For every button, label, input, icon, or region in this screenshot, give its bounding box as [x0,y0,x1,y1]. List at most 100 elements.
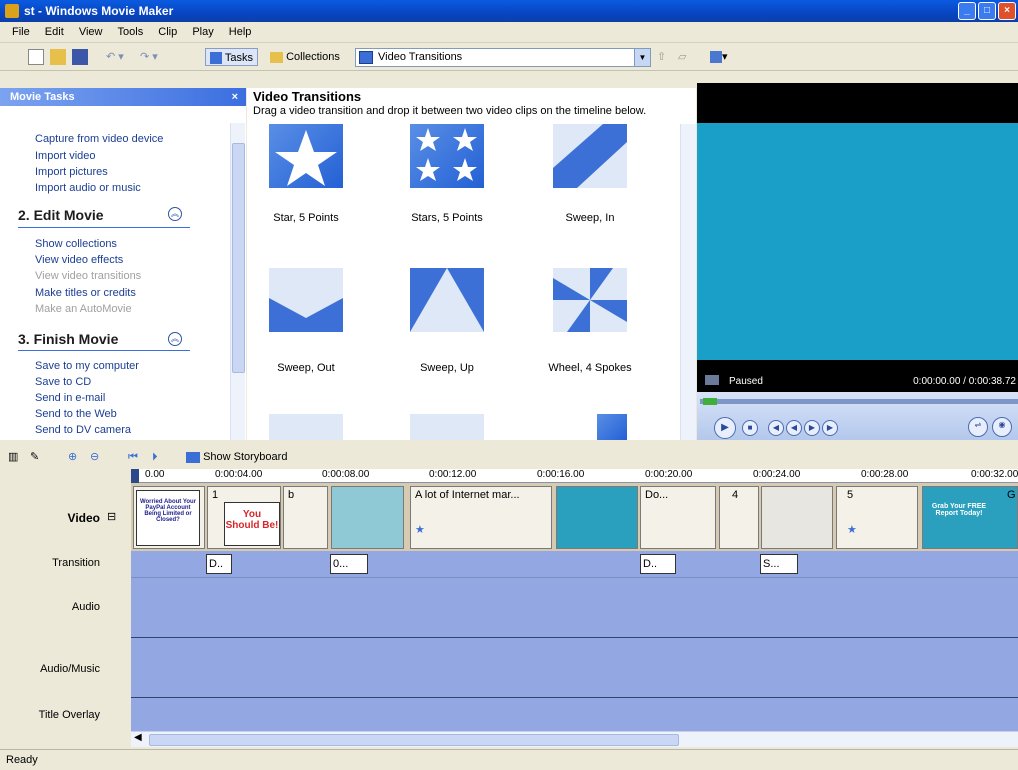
transition-marker[interactable]: D.. [640,554,676,574]
transitions-instructions: Drag a video transition and drop it betw… [253,105,647,117]
scroll-left-icon[interactable]: ◀ [134,732,142,743]
menu-view[interactable]: View [73,22,109,42]
menu-help[interactable]: Help [223,22,258,42]
transition-thumb-partial[interactable] [597,414,627,440]
play-timeline-icon[interactable]: ⏵ [152,449,158,465]
stop-icon[interactable]: ■ [742,420,758,436]
seek-thumb[interactable] [703,398,717,405]
close-button[interactable]: × [998,2,1016,20]
video-clip[interactable]: G Grab Your FREE Report Today! [922,486,1018,549]
menu-file[interactable]: File [6,22,36,42]
transition-track[interactable] [131,551,1018,578]
seek-bar[interactable] [700,399,1018,404]
menu-play[interactable]: Play [186,22,219,42]
video-clip[interactable]: A lot of Internet mar... ★ [410,486,552,549]
clip-thumbnail: You Should Be! [224,502,280,546]
transition-marker[interactable]: S... [760,554,798,574]
collapse-edit-icon[interactable]: ︽ [168,207,182,221]
open-project-icon[interactable] [50,48,66,66]
transition-thumb-sweep-in[interactable] [553,124,627,188]
ruler-tick: 0:00:08.00 [322,469,370,480]
new-project-icon[interactable] [28,48,44,66]
task-pane-title: Movie Tasks [10,91,75,103]
up-folder-icon[interactable]: ⇧ [657,48,666,66]
next-frame-icon[interactable]: ▶ [822,420,838,436]
rewind-timeline-icon[interactable]: ⏮ [128,449,138,465]
transition-thumb-star-5[interactable] [269,124,343,188]
task-pane-scroll-thumb[interactable] [232,143,245,373]
video-clip[interactable] [556,486,638,549]
import-pictures-link[interactable]: Import pictures [35,166,108,178]
send-dv-link[interactable]: Send to DV camera [35,424,131,436]
video-clip[interactable]: b [283,486,328,549]
set-audio-levels-icon[interactable]: ▥ [8,449,18,465]
new-folder-icon[interactable]: ▱ [678,48,686,66]
take-picture-icon[interactable]: ◉ [992,417,1012,437]
transition-thumb-sweep-out[interactable] [269,268,343,332]
video-clip[interactable]: 5 ★ [836,486,918,549]
menu-edit[interactable]: Edit [39,22,70,42]
tasks-button[interactable]: Tasks [205,48,258,66]
minimize-button[interactable]: _ [958,2,976,20]
timeline-ruler[interactable]: 0.00 0:00:04.00 0:00:08.00 0:00:12.00 0:… [131,469,1018,483]
video-clip[interactable]: Do... [640,486,716,549]
transition-thumb-partial[interactable] [269,414,343,440]
send-web-link[interactable]: Send to the Web [35,408,117,420]
send-email-link[interactable]: Send in e-mail [35,392,105,404]
chevron-down-icon[interactable]: ▼ [634,49,650,66]
collections-button[interactable]: Collections [266,48,344,66]
import-audio-link[interactable]: Import audio or music [35,182,141,194]
ruler-tick: 0:00:12.00 [429,469,477,480]
video-clip[interactable]: 4 [719,486,759,549]
zoom-in-icon[interactable]: ⊕ [68,449,77,465]
transition-marker[interactable]: 0... [330,554,368,574]
finish-movie-heading: 3. Finish Movie [18,331,119,347]
task-pane-scrollbar[interactable] [230,123,245,440]
play-icon[interactable]: ▶ [714,417,736,439]
maximize-button[interactable]: □ [978,2,996,20]
timecode-readout: 0:00:00.00 / 0:00:38.72 [913,376,1016,387]
status-text: Ready [6,754,38,766]
import-video-link[interactable]: Import video [35,150,96,162]
video-track-label: Video [67,511,100,525]
undo-icon[interactable]: ↶ ▾ [106,48,124,66]
save-project-icon[interactable] [72,48,88,66]
task-pane-close-icon[interactable]: × [232,88,238,106]
transition-label: Star, 5 Points [273,212,339,224]
video-clip[interactable] [761,486,833,549]
show-storyboard-button[interactable]: Show Storyboard [186,449,287,465]
split-clip-icon[interactable]: ⇌ [968,417,988,437]
collapse-video-track-icon[interactable]: ⊟ [107,510,116,523]
collections-dropdown[interactable]: Video Transitions ▼ [355,48,651,67]
forward-icon[interactable]: ▶ [804,420,820,436]
capture-video-link[interactable]: Capture from video device [35,133,163,145]
section-divider [18,350,190,351]
ruler-tick: 0.00 [145,469,165,480]
make-titles-link[interactable]: Make titles or credits [35,287,136,299]
views-icon[interactable]: ▾ [710,48,728,66]
zoom-out-icon[interactable]: ⊖ [90,449,99,465]
transition-thumb-sweep-up[interactable] [410,268,484,332]
playhead[interactable] [131,469,139,484]
show-collections-link[interactable]: Show collections [35,238,117,250]
view-effects-link[interactable]: View video effects [35,254,123,266]
transitions-scrollbar[interactable] [680,124,696,440]
audio-music-track-label: Audio/Music [40,663,100,675]
transition-thumb-wheel-4[interactable] [553,268,627,332]
transition-thumb-stars-5[interactable] [410,124,484,188]
timeline-scrollbar[interactable]: ◀ [131,731,1018,747]
collapse-finish-icon[interactable]: ︽ [168,332,182,346]
video-clip[interactable] [331,486,404,549]
track-divider [131,697,1018,698]
transition-marker[interactable]: D.. [206,554,232,574]
menu-tools[interactable]: Tools [112,22,150,42]
timeline-scroll-thumb[interactable] [149,734,679,746]
previous-frame-icon[interactable]: ◀ [768,420,784,436]
menu-clip[interactable]: Clip [152,22,183,42]
transition-thumb-partial[interactable] [410,414,484,440]
save-cd-link[interactable]: Save to CD [35,376,91,388]
rewind-icon[interactable]: ◀ [786,420,802,436]
narrate-icon[interactable]: ✎ [30,449,39,465]
redo-icon[interactable]: ↷ ▾ [140,48,158,66]
save-computer-link[interactable]: Save to my computer [35,360,139,372]
